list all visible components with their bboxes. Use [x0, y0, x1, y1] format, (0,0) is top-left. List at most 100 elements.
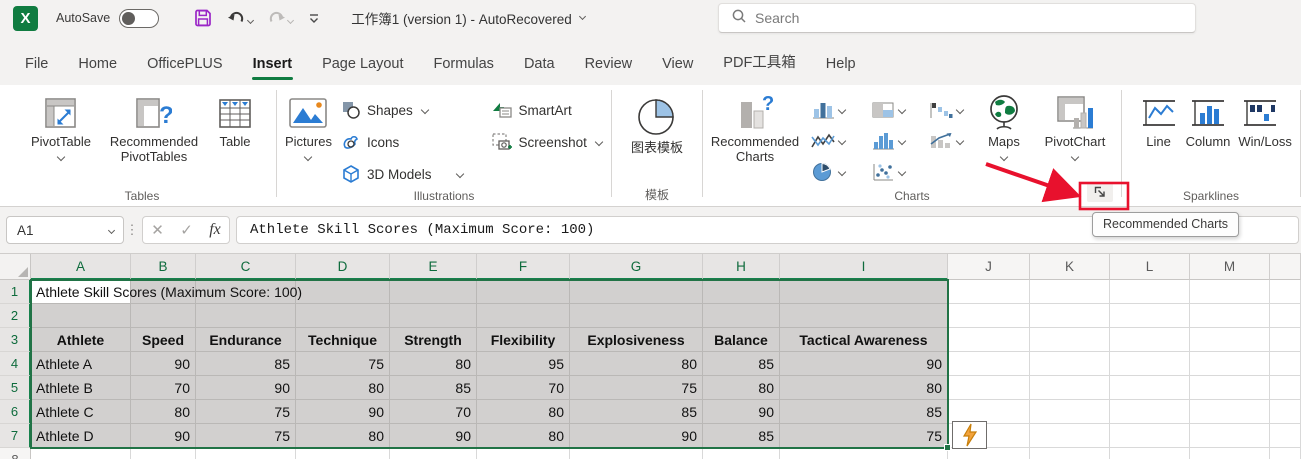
save-icon[interactable]	[193, 8, 213, 28]
cell-A4[interactable]: Athlete A	[31, 352, 131, 376]
cell-G8[interactable]	[570, 448, 703, 459]
cell-M8[interactable]	[1190, 448, 1270, 459]
cell-E2[interactable]	[390, 304, 477, 328]
col-header-H[interactable]: H	[703, 254, 780, 280]
cell-I5[interactable]: 80	[780, 376, 948, 400]
insert-column-chart-button[interactable]	[807, 94, 867, 125]
pie-chart-dropdown-icon[interactable]	[837, 167, 847, 176]
scatter-chart-dropdown-icon[interactable]	[897, 167, 907, 176]
tab-data[interactable]: Data	[509, 52, 570, 78]
smartart-button[interactable]: SmartArt	[492, 96, 605, 124]
document-title[interactable]: 工作簿1 (version 1) - AutoRecovered	[351, 8, 586, 28]
cell-M4[interactable]	[1190, 352, 1270, 376]
row-header-3[interactable]: 3	[0, 328, 31, 352]
col-header-D[interactable]: D	[296, 254, 390, 280]
cell-C7[interactable]: 75	[196, 424, 296, 448]
chart-template-button[interactable]: 图表模板	[627, 90, 687, 158]
cell-E1[interactable]	[390, 280, 477, 304]
cell-K5[interactable]	[1030, 376, 1110, 400]
cell-D3[interactable]: Technique	[296, 328, 390, 352]
cell-E6[interactable]: 70	[390, 400, 477, 424]
insert-hierarchy-chart-button[interactable]	[867, 94, 925, 125]
cell-B6[interactable]: 80	[131, 400, 196, 424]
cell-J2[interactable]	[948, 304, 1030, 328]
tab-formulas[interactable]: Formulas	[419, 52, 509, 78]
recommended-charts-button[interactable]: ? Recommended Charts	[703, 90, 807, 187]
col-header-J[interactable]: J	[948, 254, 1030, 280]
cell-L7[interactable]	[1110, 424, 1190, 448]
pivottable-button[interactable]: PivotTable	[27, 90, 95, 167]
cell-G1[interactable]	[570, 280, 703, 304]
cell-D7[interactable]: 80	[296, 424, 390, 448]
insert-line-chart-button[interactable]	[807, 125, 867, 156]
cell-H8[interactable]	[703, 448, 780, 459]
hierarchy-chart-dropdown-icon[interactable]	[897, 105, 907, 114]
cell-D1[interactable]	[296, 280, 390, 304]
cell-D2[interactable]	[296, 304, 390, 328]
name-box-dropdown-icon[interactable]	[107, 226, 116, 234]
col-header-B[interactable]: B	[131, 254, 196, 280]
search-box[interactable]	[718, 3, 1196, 33]
cell-L8[interactable]	[1110, 448, 1190, 459]
formula-bar-resize-handle[interactable]: ⋮	[124, 222, 140, 238]
cell-E3[interactable]: Strength	[390, 328, 477, 352]
screenshot-button[interactable]: Screenshot	[491, 128, 605, 156]
cell-F5[interactable]: 70	[477, 376, 570, 400]
col-header-E[interactable]: E	[390, 254, 477, 280]
3d-models-dropdown-icon[interactable]	[455, 169, 464, 179]
recommended-pivottables-button[interactable]: ? Recommended PivotTables	[95, 90, 213, 167]
pivotchart-dropdown-icon[interactable]	[1070, 152, 1080, 162]
document-title-dropdown-icon[interactable]	[578, 12, 586, 20]
cell-A5[interactable]: Athlete B	[31, 376, 131, 400]
cell-F4[interactable]: 95	[477, 352, 570, 376]
cell-H5[interactable]: 80	[703, 376, 780, 400]
col-header-I[interactable]: I	[780, 254, 948, 280]
screenshot-dropdown-icon[interactable]	[594, 137, 604, 147]
combo-chart-dropdown-icon[interactable]	[955, 136, 965, 145]
cell-M3[interactable]	[1190, 328, 1270, 352]
cell-C5[interactable]: 90	[196, 376, 296, 400]
col-header-G[interactable]: G	[570, 254, 703, 280]
ribbon-options-icon[interactable]	[307, 11, 321, 25]
icons-button[interactable]: Icons	[342, 128, 480, 156]
cell-B3[interactable]: Speed	[131, 328, 196, 352]
maps-dropdown-icon[interactable]	[999, 152, 1009, 162]
insert-scatter-chart-button[interactable]	[867, 156, 925, 187]
cell-C2[interactable]	[196, 304, 296, 328]
cell-F8[interactable]	[477, 448, 570, 459]
col-header-A[interactable]: A	[31, 254, 131, 280]
cell-G5[interactable]: 75	[570, 376, 703, 400]
sparkline-line-button[interactable]: Line	[1136, 90, 1182, 152]
cell-B4[interactable]: 90	[131, 352, 196, 376]
tab-insert[interactable]: Insert	[238, 52, 308, 80]
3d-models-button[interactable]: 3D Models	[342, 160, 480, 188]
col-header-M[interactable]: M	[1190, 254, 1270, 280]
cell-K3[interactable]	[1030, 328, 1110, 352]
cell-K2[interactable]	[1030, 304, 1110, 328]
cell-C3[interactable]: Endurance	[196, 328, 296, 352]
cell-B2[interactable]	[131, 304, 196, 328]
cell-F3[interactable]: Flexibility	[477, 328, 570, 352]
cell-K4[interactable]	[1030, 352, 1110, 376]
cell-H7[interactable]: 85	[703, 424, 780, 448]
cell-L6[interactable]	[1110, 400, 1190, 424]
cell-E5[interactable]: 85	[390, 376, 477, 400]
shapes-button[interactable]: Shapes	[342, 96, 480, 124]
cell-H6[interactable]: 90	[703, 400, 780, 424]
waterfall-chart-dropdown-icon[interactable]	[955, 105, 965, 114]
pivottable-dropdown-icon[interactable]	[56, 152, 66, 162]
cell-K1[interactable]	[1030, 280, 1110, 304]
row-header-1[interactable]: 1	[0, 280, 31, 304]
cell-L4[interactable]	[1110, 352, 1190, 376]
row-header-8[interactable]: 8	[0, 448, 31, 459]
sparkline-column-button[interactable]: Column	[1182, 90, 1235, 152]
enter-icon[interactable]: ✓	[180, 221, 193, 239]
cell-E4[interactable]: 80	[390, 352, 477, 376]
cell-M6[interactable]	[1190, 400, 1270, 424]
cell-C8[interactable]	[196, 448, 296, 459]
column-chart-dropdown-icon[interactable]	[837, 105, 847, 114]
row-header-2[interactable]: 2	[0, 304, 31, 328]
line-chart-dropdown-icon[interactable]	[837, 136, 847, 145]
cell-D5[interactable]: 80	[296, 376, 390, 400]
cell-A8[interactable]	[31, 448, 131, 459]
